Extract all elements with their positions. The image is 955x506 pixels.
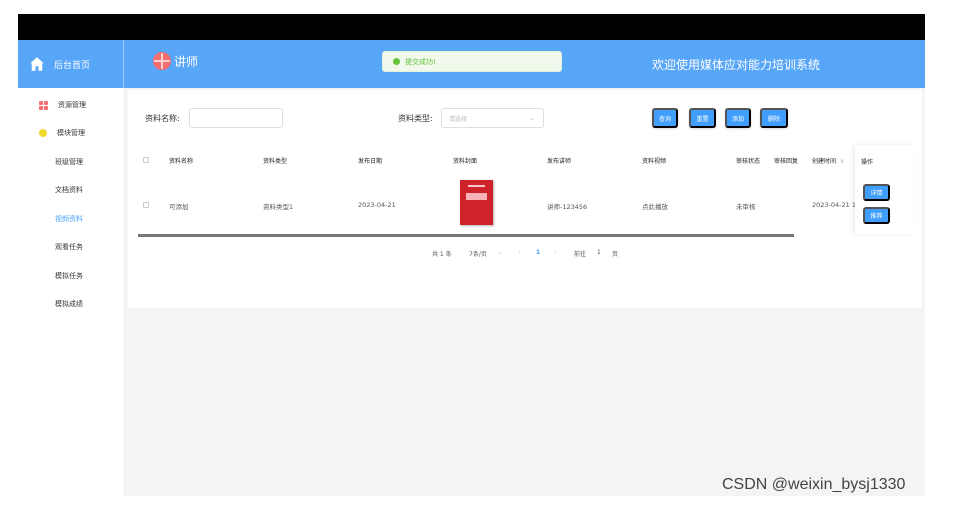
success-check-icon: [393, 58, 400, 65]
home-label: 后台首页: [54, 60, 91, 71]
material-name-input[interactable]: [189, 108, 283, 128]
chevron-down-icon: ⌄: [529, 114, 535, 122]
query-button[interactable]: 查询: [652, 108, 678, 128]
column-header-teacher: 发布讲师: [547, 158, 572, 165]
current-page[interactable]: 1: [536, 249, 540, 256]
column-header-type: 资料类型: [263, 158, 288, 165]
teacher-role-icon: [153, 52, 171, 70]
sidebar-item-video-materials[interactable]: 视频资料: [18, 213, 124, 225]
toast-text: 提交成功!: [405, 57, 436, 66]
sidebar-item-label: 模块管理: [57, 129, 85, 137]
add-button[interactable]: 添加: [725, 108, 751, 128]
page-size-chevron-icon[interactable]: ⌄: [497, 249, 502, 256]
top-header: 后台首页 讲师 提交成功! 欢迎使用媒体应对能力培训系统: [18, 40, 925, 88]
material-name-label: 资料名称:: [145, 114, 180, 123]
system-title: 欢迎使用媒体应对能力培训系统: [652, 58, 821, 72]
created-time-label: 创建时间: [812, 158, 837, 165]
sidebar-item-module-management[interactable]: 模块管理: [18, 126, 124, 140]
sidebar-item-resource-management[interactable]: 资源管理: [18, 98, 124, 112]
row-checkbox[interactable]: [143, 202, 149, 208]
sidebar-item-simulation-scores[interactable]: 模拟成绩: [18, 298, 124, 310]
select-all-checkbox[interactable]: [143, 157, 149, 163]
row-teacher: 讲师-123456: [547, 203, 588, 211]
column-header-review-status: 审核状态: [736, 158, 761, 165]
row-date: 2023-04-21: [358, 201, 396, 209]
csdn-watermark: CSDN @weixin_bysj1330: [722, 476, 906, 493]
grid-icon: [39, 100, 48, 110]
column-header-date: 发布日期: [358, 158, 383, 165]
sidebar-item-class-management[interactable]: 班级管理: [18, 156, 124, 168]
page-size-select[interactable]: 7条/页: [469, 249, 487, 258]
column-header-operation: 操作: [861, 159, 874, 166]
row-type: 资料类型1: [263, 203, 294, 211]
success-toast: 提交成功!: [382, 51, 562, 72]
row-name: 可添加: [169, 203, 189, 211]
next-page-icon[interactable]: ›: [554, 249, 556, 256]
sidebar-item-viewing-tasks[interactable]: 观看任务: [18, 241, 124, 253]
window-top-bar: [18, 14, 925, 40]
role-label: 讲师: [174, 54, 199, 69]
row-created-time: 2023-04-21 1: [812, 201, 856, 209]
page-unit: 页: [612, 251, 619, 258]
previous-page-icon[interactable]: ‹: [518, 249, 520, 256]
play-video-link[interactable]: 点此播放: [642, 201, 668, 211]
reset-button[interactable]: 重置: [689, 108, 716, 128]
material-type-placeholder: 请选择: [449, 115, 468, 123]
home-link[interactable]: 后台首页: [18, 40, 124, 88]
role-indicator: 讲师: [153, 52, 198, 70]
row-review-status: 未审核: [736, 203, 756, 211]
goto-page-input[interactable]: 1: [597, 249, 601, 256]
delete-button[interactable]: 删除: [760, 108, 788, 128]
sidebar-item-document-materials[interactable]: 文档资料: [18, 184, 124, 196]
operation-column: 操作 详情 推荐: [855, 145, 913, 234]
goto-label: 前往: [574, 251, 587, 258]
sort-icon[interactable]: ⇕: [840, 159, 844, 165]
home-icon: [30, 57, 44, 71]
material-type-label: 资料类型:: [398, 114, 433, 123]
horizontal-scrollbar[interactable]: [138, 234, 794, 237]
sidebar-item-label: 资源管理: [58, 101, 86, 109]
column-header-created-time[interactable]: 创建时间 ⇕: [812, 156, 844, 165]
column-header-cover: 资料封面: [453, 158, 478, 165]
column-header-video: 资料视频: [642, 158, 667, 165]
sidebar: 资源管理 模块管理 班级管理 文档资料 视频资料 观看任务 模拟任务 模拟成绩: [18, 88, 125, 496]
recommend-button[interactable]: 推荐: [863, 207, 890, 224]
pagination-total: 共 1 条: [432, 251, 452, 258]
material-type-select[interactable]: 请选择 ⌄: [441, 108, 544, 128]
sidebar-item-simulation-tasks[interactable]: 模拟任务: [18, 270, 124, 282]
detail-button[interactable]: 详情: [863, 184, 890, 201]
column-header-name: 资料名称: [169, 158, 194, 165]
material-cover-image: [460, 180, 493, 225]
module-icon: [39, 129, 47, 137]
column-header-review-reply: 审核回复: [774, 158, 799, 165]
